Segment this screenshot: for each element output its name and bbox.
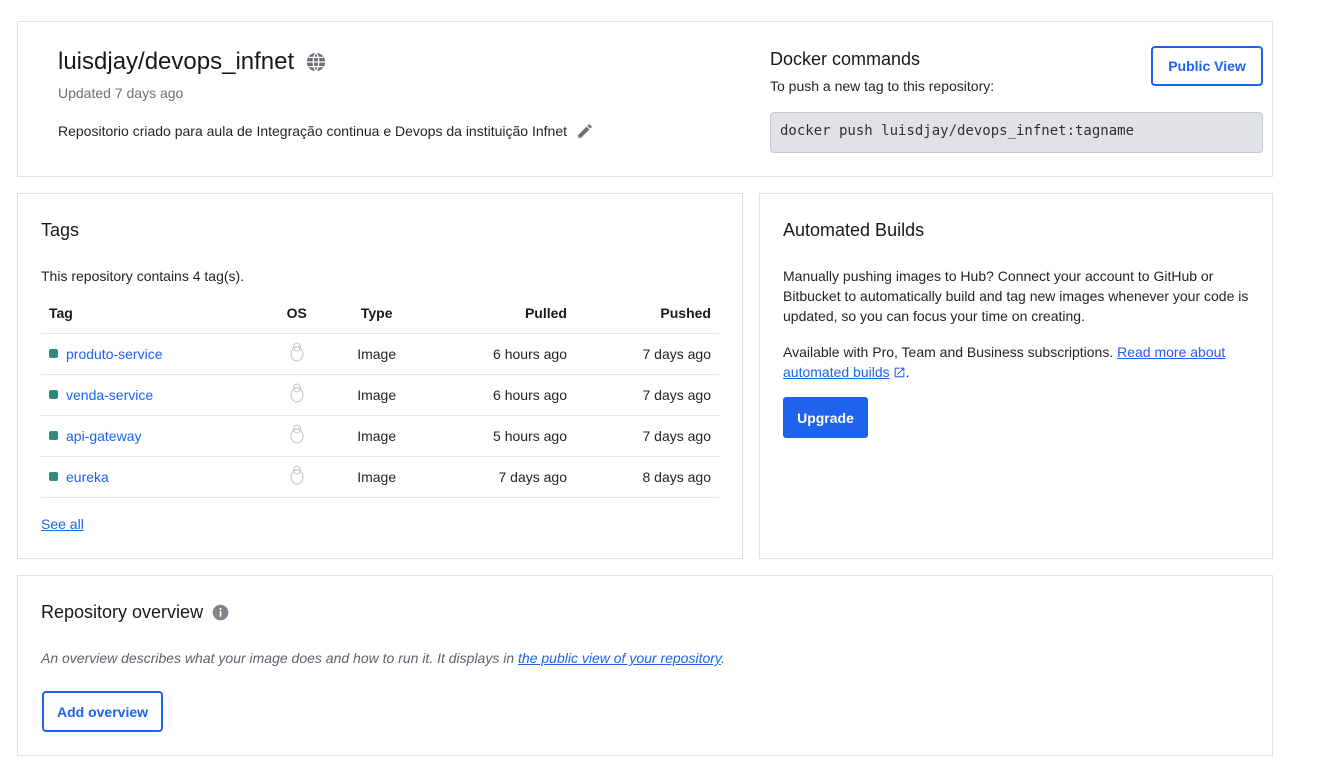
tag-pulled: 7 days ago — [421, 456, 575, 498]
tags-count-text: This repository contains 4 tag(s). — [41, 268, 245, 284]
tag-pulled: 5 hours ago — [421, 415, 575, 457]
globe-icon — [306, 52, 326, 72]
tag-type: Image — [331, 374, 422, 416]
table-row: api-gateway Image 5 hours ago 7 days ago — [41, 415, 719, 457]
linux-icon — [290, 342, 304, 362]
tag-type: Image — [331, 333, 422, 375]
updated-text: Updated 7 days ago — [58, 85, 184, 101]
overview-text-prefix: An overview describes what your image do… — [41, 650, 519, 666]
tag-name: produto-service — [66, 345, 163, 362]
repository-description: Repositorio criado para aula de Integraç… — [58, 122, 594, 140]
overview-text-suffix: . — [720, 650, 725, 666]
automated-builds-availability: Available with Pro, Team and Business su… — [783, 342, 1253, 382]
linux-icon — [290, 383, 304, 403]
tag-pushed: 7 days ago — [574, 333, 719, 375]
tag-status-dot — [49, 349, 58, 359]
add-overview-button[interactable]: Add overview — [42, 691, 163, 732]
column-header-pulled: Pulled — [421, 293, 575, 334]
description-text: Repositorio criado para aula de Integraç… — [58, 123, 567, 139]
repository-header-card: luisdjay/devops_infnet Updated 7 days ag… — [17, 21, 1273, 177]
repository-title: luisdjay/devops_infnet — [58, 48, 327, 76]
table-row: eureka Image 7 days ago 8 days ago — [41, 456, 719, 498]
automated-builds-description: Manually pushing images to Hub? Connect … — [783, 268, 1249, 324]
linux-icon — [290, 465, 304, 485]
docker-push-command[interactable]: docker push luisdjay/devops_infnet:tagna… — [770, 112, 1263, 153]
docker-commands-title: Docker commands — [770, 49, 921, 69]
edit-pencil-icon[interactable] — [576, 122, 594, 140]
repository-overview-heading: Repository overview — [41, 602, 229, 623]
repository-overview-card: Repository overview An overview describe… — [17, 575, 1273, 756]
tag-status-dot — [49, 431, 58, 441]
tag-pulled: 6 hours ago — [421, 333, 575, 375]
table-row: venda-service Image 6 hours ago 7 days a… — [41, 374, 719, 416]
tags-table: Tag OS Type Pulled Pushed produto-servic… — [41, 293, 719, 498]
tag-pulled: 6 hours ago — [421, 374, 575, 416]
external-link-icon — [894, 367, 905, 378]
linux-icon — [290, 424, 304, 444]
tag-pushed: 8 days ago — [574, 456, 719, 498]
tag-link[interactable]: eureka — [49, 469, 109, 485]
info-icon[interactable] — [212, 604, 229, 621]
automated-builds-card: Automated Builds Manually pushing images… — [759, 193, 1273, 559]
tags-title: Tags — [41, 220, 80, 240]
tag-name: api-gateway — [66, 427, 142, 444]
tag-link[interactable]: produto-service — [49, 346, 163, 362]
column-header-tag: Tag — [41, 293, 262, 334]
repository-overview-title: Repository overview — [41, 602, 204, 622]
availability-suffix: . — [905, 364, 910, 380]
see-all-link[interactable]: See all — [41, 516, 84, 532]
tag-type: Image — [331, 415, 422, 457]
public-view-button[interactable]: Public View — [1151, 46, 1263, 86]
table-row: produto-service Image 6 hours ago 7 days… — [41, 333, 719, 375]
tag-name: eureka — [66, 468, 109, 485]
column-header-pushed: Pushed — [574, 293, 719, 334]
column-header-os: OS — [261, 293, 332, 334]
availability-text: Available with Pro, Team and Business su… — [783, 344, 1118, 360]
docker-commands-subtitle: To push a new tag to this repository: — [770, 78, 995, 94]
upgrade-button[interactable]: Upgrade — [783, 397, 868, 438]
column-header-type: Type — [331, 293, 422, 334]
tag-name: venda-service — [66, 386, 154, 403]
overview-description: An overview describes what your image do… — [41, 650, 725, 666]
automated-builds-title: Automated Builds — [783, 220, 925, 240]
tag-link[interactable]: venda-service — [49, 387, 153, 403]
tag-pushed: 7 days ago — [574, 374, 719, 416]
tag-link[interactable]: api-gateway — [49, 428, 142, 444]
repository-name: luisdjay/devops_infnet — [58, 48, 295, 75]
tags-table-header: Tag OS Type Pulled Pushed — [41, 293, 719, 334]
tag-status-dot — [49, 390, 58, 400]
tag-pushed: 7 days ago — [574, 415, 719, 457]
tags-card: Tags This repository contains 4 tag(s). … — [17, 193, 743, 559]
public-view-link[interactable]: the public view of your repository — [518, 650, 721, 666]
tag-type: Image — [331, 456, 422, 498]
tag-status-dot — [49, 472, 58, 482]
